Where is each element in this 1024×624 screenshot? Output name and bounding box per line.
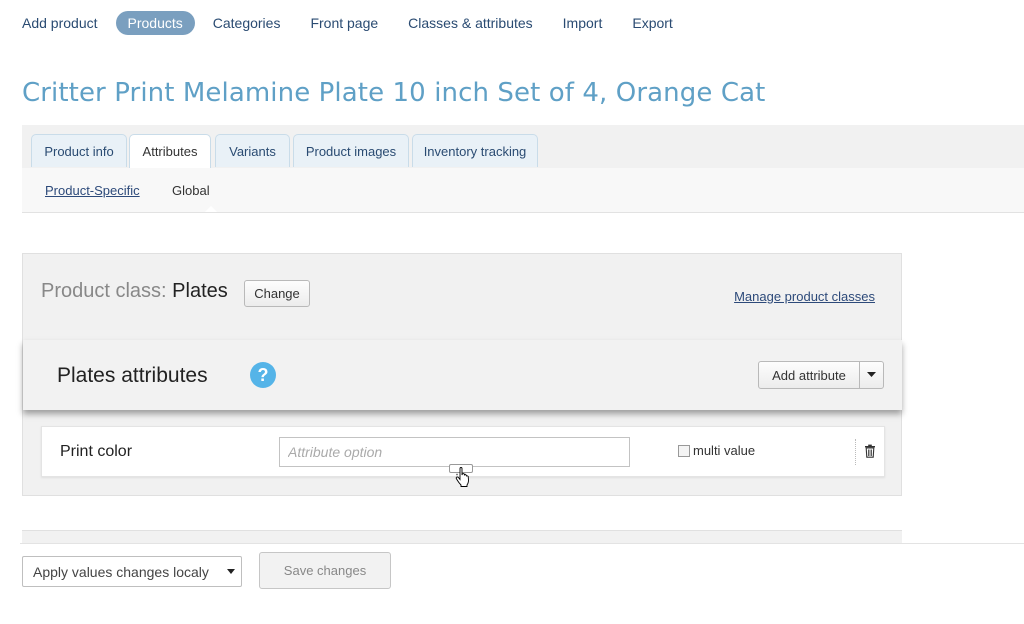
tab-product-images[interactable]: Product images bbox=[293, 134, 409, 167]
multi-value-toggle[interactable]: multi value bbox=[678, 443, 755, 458]
product-class-line: Product class: Plates bbox=[41, 280, 228, 303]
manage-product-classes-link[interactable]: Manage product classes bbox=[734, 289, 875, 304]
subtab-product-specific[interactable]: Product-Specific bbox=[45, 183, 140, 198]
save-changes-button[interactable]: Save changes bbox=[259, 552, 391, 589]
active-subtab-caret bbox=[205, 206, 217, 212]
change-class-button[interactable]: Change bbox=[244, 280, 310, 307]
hand-pointer-icon bbox=[455, 467, 469, 487]
attribute-name: Print color bbox=[60, 443, 133, 460]
nav-add-product[interactable]: Add product bbox=[10, 11, 110, 35]
subtab-global[interactable]: Global bbox=[172, 183, 210, 198]
multi-value-label: multi value bbox=[693, 443, 756, 458]
nav-import[interactable]: Import bbox=[551, 11, 615, 35]
apply-values-select-value: Apply values changes localy bbox=[33, 563, 209, 580]
trash-icon[interactable] bbox=[864, 444, 876, 458]
tab-bar: Product info Attributes Variants Product… bbox=[22, 125, 1024, 169]
multi-value-checkbox[interactable] bbox=[678, 444, 690, 457]
bottom-action-bar: Apply values changes localy Save changes bbox=[20, 543, 1024, 614]
nav-classes-attributes[interactable]: Classes & attributes bbox=[396, 11, 545, 35]
tab-attributes[interactable]: Attributes bbox=[129, 134, 211, 168]
product-class-panel: Product class: Plates Change Manage prod… bbox=[22, 253, 902, 496]
product-class-label: Product class: bbox=[41, 280, 167, 302]
question-circle-icon[interactable]: ? bbox=[250, 362, 276, 388]
page-title: Critter Print Melamine Plate 10 inch Set… bbox=[22, 78, 766, 108]
attribute-option-input[interactable] bbox=[279, 437, 630, 467]
attributes-header: Plates attributes ? Add attribute bbox=[23, 340, 902, 410]
tab-variants[interactable]: Variants bbox=[215, 134, 290, 167]
caret-down-icon bbox=[867, 372, 876, 377]
product-class-value: Plates bbox=[172, 280, 228, 302]
tab-product-info[interactable]: Product info bbox=[31, 134, 127, 167]
attribute-row: Print color multi value bbox=[41, 426, 885, 487]
attributes-title: Plates attributes bbox=[57, 364, 208, 387]
tab-inventory-tracking[interactable]: Inventory tracking bbox=[412, 134, 538, 167]
top-nav: Add product Products Categories Front pa… bbox=[10, 10, 691, 36]
nav-export[interactable]: Export bbox=[620, 11, 684, 35]
row-divider bbox=[855, 439, 856, 465]
nav-products[interactable]: Products bbox=[115, 11, 195, 35]
caret-down-icon bbox=[227, 569, 235, 574]
nav-front-page[interactable]: Front page bbox=[298, 11, 390, 35]
nav-categories[interactable]: Categories bbox=[201, 11, 293, 35]
apply-values-select[interactable]: Apply values changes localy bbox=[22, 556, 242, 587]
add-attribute-button[interactable]: Add attribute bbox=[758, 361, 860, 389]
subtab-bar: Product-Specific Global bbox=[22, 168, 1024, 213]
add-attribute-dropdown[interactable] bbox=[859, 361, 884, 389]
